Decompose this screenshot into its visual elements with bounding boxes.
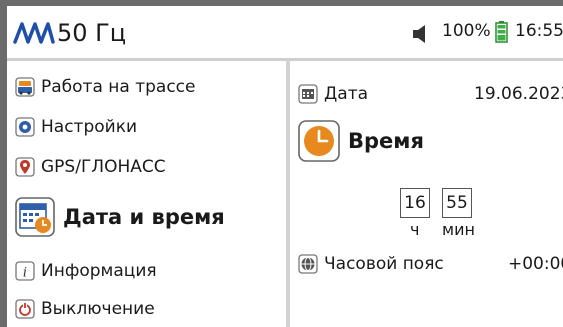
menu-item-label: Дата и время — [63, 205, 225, 229]
menu-item-date-time[interactable]: Дата и время — [15, 197, 225, 237]
menu-item-label: Работа на трассе — [41, 77, 196, 97]
menu-item-gps[interactable]: GPS/ГЛОНАСС — [15, 157, 166, 177]
menu-item-settings[interactable]: Настройки — [15, 117, 137, 137]
calendar-clock-icon — [15, 197, 55, 237]
frequency-readout: 50 Гц — [57, 19, 127, 47]
battery-icon — [495, 21, 508, 43]
minutes-field[interactable]: 55 — [442, 188, 472, 218]
location-pin-icon — [15, 157, 35, 177]
hours-unit: ч — [410, 220, 420, 239]
menu-item-label: Информация — [41, 261, 157, 281]
date-row[interactable]: Дата — [298, 84, 368, 104]
menu-item-label: Выключение — [41, 299, 155, 319]
main-menu: Работа на трассе Настройки GPS/ГЛОНАСС Д… — [7, 61, 288, 327]
menu-item-label: GPS/ГЛОНАСС — [41, 157, 166, 177]
timezone-value[interactable]: +00:00 — [508, 254, 563, 274]
waveform-icon — [13, 22, 55, 44]
date-label: Дата — [324, 84, 369, 104]
date-time-panel: Дата 19.06.2023 Время 16 55 ч мин Часово… — [290, 61, 563, 327]
calendar-icon — [298, 84, 318, 104]
menu-item-power-off[interactable]: Выключение — [15, 299, 155, 319]
date-value[interactable]: 19.06.2023 — [474, 84, 563, 104]
battery-percent: 100% — [442, 21, 491, 41]
info-icon: i — [15, 261, 35, 281]
gear-icon — [15, 117, 35, 137]
device-screen: 50 Гц 100% 16:55 Работа на трассе Настро… — [0, 0, 563, 327]
timezone-row[interactable]: Часовой пояс — [298, 254, 444, 274]
road-work-icon — [15, 77, 35, 97]
svg-text:i: i — [23, 266, 27, 281]
timezone-label: Часовой пояс — [324, 254, 444, 274]
power-icon — [15, 299, 35, 319]
minutes-unit: мин — [442, 220, 475, 239]
clock: 16:55 — [515, 21, 563, 41]
hours-field[interactable]: 16 — [400, 188, 430, 218]
menu-item-info[interactable]: i Информация — [15, 261, 157, 281]
speaker-icon[interactable] — [409, 24, 433, 44]
time-heading: Время — [348, 129, 424, 153]
menu-item-road-work[interactable]: Работа на трассе — [15, 77, 195, 97]
globe-icon — [298, 254, 318, 274]
clock-icon — [298, 120, 340, 162]
menu-item-label: Настройки — [41, 117, 138, 137]
time-section-header: Время — [298, 120, 424, 162]
status-bar: 50 Гц 100% 16:55 — [7, 6, 563, 61]
